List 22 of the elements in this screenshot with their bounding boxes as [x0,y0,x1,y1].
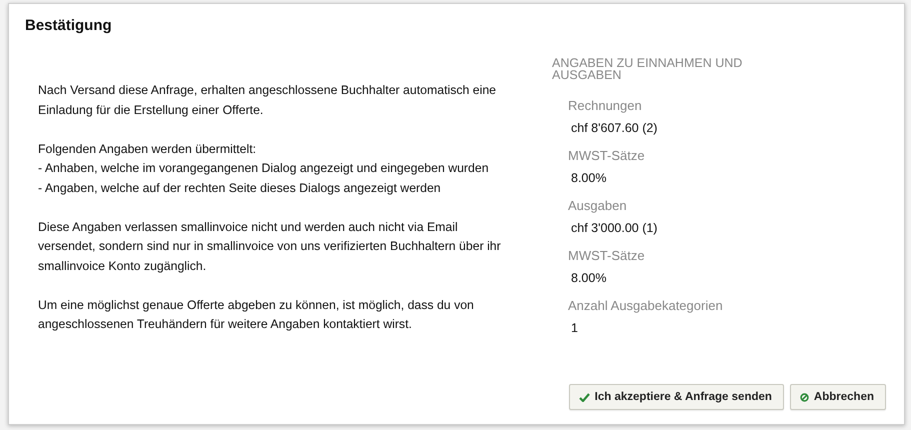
field-label: Rechnungen [568,98,643,114]
cancel-icon [800,392,809,402]
list-heading: Folgenden Angaben werden übermittelt: [38,140,258,158]
field-value: 8.00% [571,170,608,186]
field-label: Ausgaben [568,198,628,214]
list-item: - Anhaben, welche im vorangegangenen Dialog angezeigt und eingegeben wurden [38,160,490,177]
field-label: MWST-Sätze [568,248,646,264]
accept-button[interactable]: Ich akzeptiere & Anfrage senden [568,384,784,410]
paragraph: Um eine möglichst genaue Offerte abgeben zu können, ist möglich, dass du von angeschlossenen Treuhändern für weitere Angaben kontaktiert wirst. [38,296,475,333]
check-icon [578,392,590,402]
field-value: chf 8'607.60 (2) [571,120,658,136]
field-label: MWST-Sätze [568,148,646,164]
section-heading: ANGABEN ZU EINNAHMEN UND AUSGABEN [552,57,744,81]
cancel-button[interactable]: Abbrechen [790,384,886,410]
paragraph: Diese Angaben verlassen smallinvoice nicht und werden auch nicht via Email versendet, sondern sind nur in smallinvoice von uns verifizierten Buchhaltern über ihr smallinvoice Konto zugänglich. [38,218,502,274]
field-value: 1 [571,320,579,336]
dialog-title: Bestätigung [24,16,113,36]
field-label: Anzahl Ausgabekategorien [568,298,724,314]
field-value: chf 3'000.00 (1) [571,220,658,236]
list-item: - Angaben, welche auf der rechten Seite dieses Dialogs angezeigt werden [38,180,442,196]
field-value: 8.00% [571,270,608,286]
paragraph: Nach Versand diese Anfrage, erhalten angeschlossene Buchhalter automatisch eine Einladung für die Erstellung einer Offerte. [38,82,498,118]
